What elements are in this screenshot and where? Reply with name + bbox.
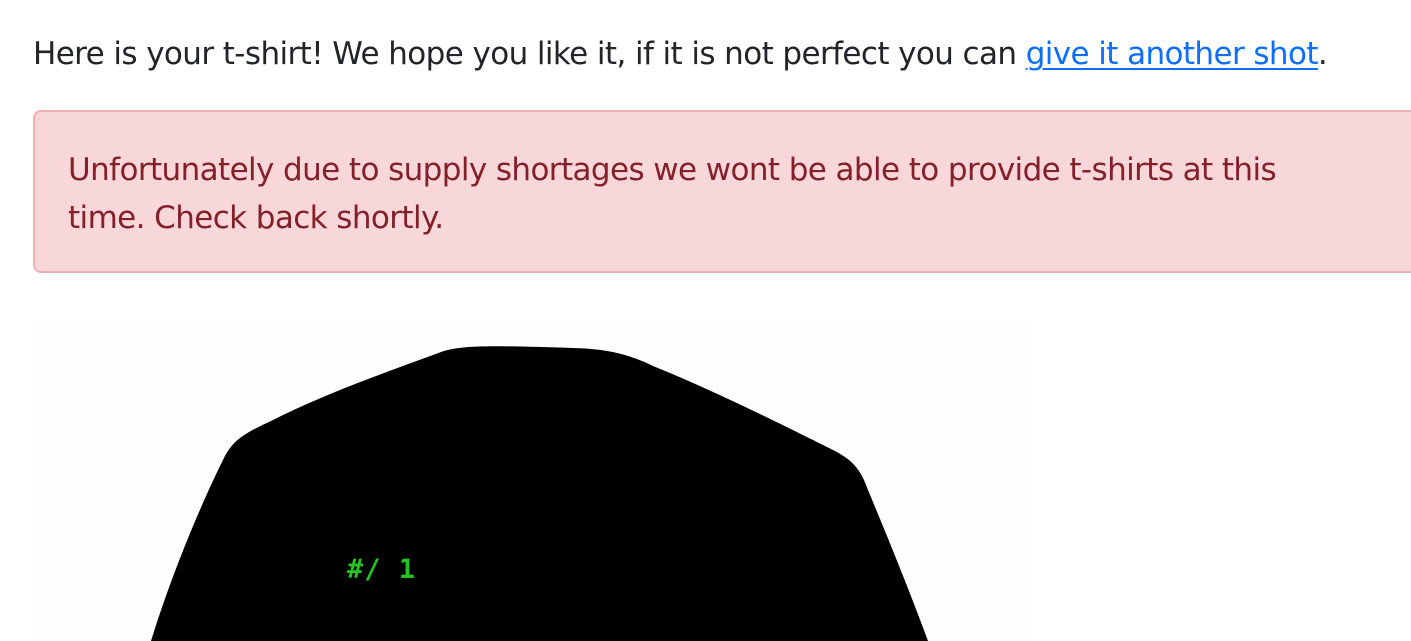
intro-text-after: .	[1317, 36, 1328, 72]
alert-message: Unfortunately due to supply shortages we…	[68, 152, 1277, 236]
intro-text: Here is your t-shirt! We hope you like i…	[33, 30, 1328, 78]
tshirt-shape	[151, 346, 928, 641]
supply-shortage-alert: Unfortunately due to supply shortages we…	[33, 110, 1411, 273]
tshirt-print-text: #/ 1	[347, 554, 417, 585]
intro-text-before: Here is your t-shirt! We hope you like i…	[33, 36, 1026, 72]
tshirt-image: #/ 1	[33, 320, 1033, 641]
give-it-another-shot-link[interactable]: give it another shot	[1026, 36, 1319, 72]
